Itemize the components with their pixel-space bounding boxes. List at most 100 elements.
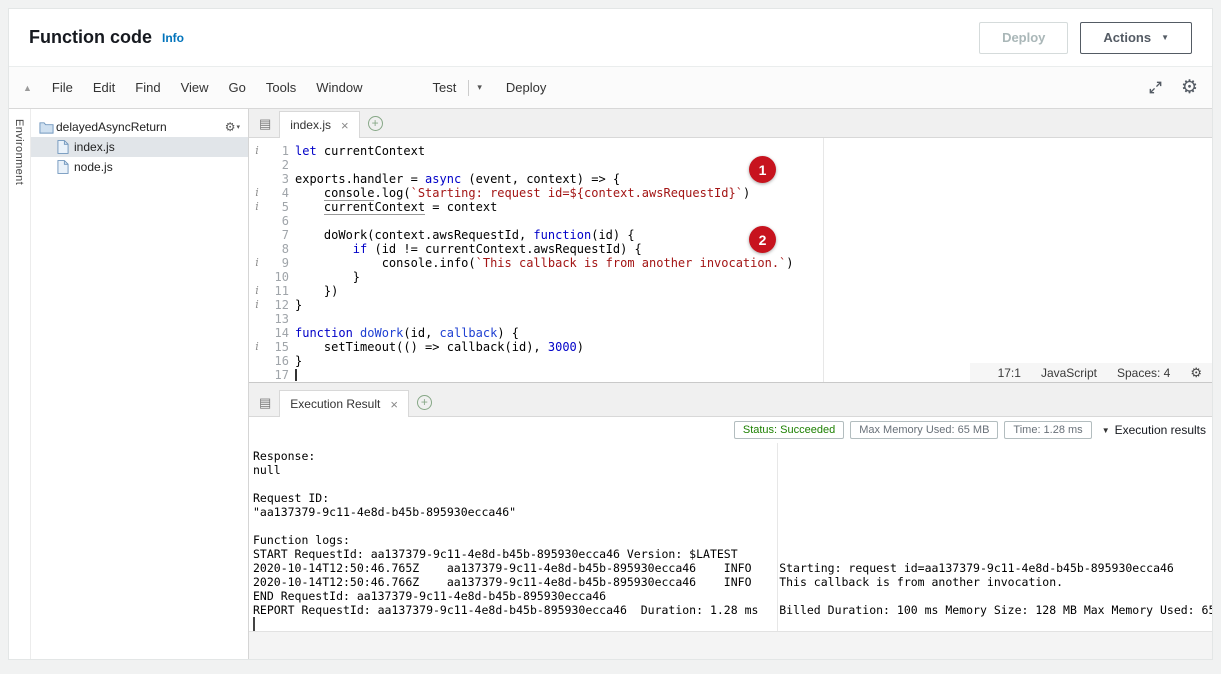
line-number[interactable]: 10 <box>265 270 289 284</box>
tree-folder-root[interactable]: delayedAsyncReturn ⚙ ▾ <box>31 117 248 137</box>
log-line: REPORT RequestId: aa137379-9c11-4e8d-b45… <box>253 603 1212 617</box>
gear-icon: ⚙ <box>225 120 236 134</box>
code-text <box>289 312 295 326</box>
line-number[interactable]: 1 <box>265 144 289 158</box>
tree-settings-gear-icon[interactable]: ⚙ ▾ <box>225 120 240 134</box>
line-number[interactable]: 5 <box>265 200 289 214</box>
log-line: START RequestId: aa137379-9c11-4e8d-b45b… <box>253 547 1212 561</box>
log-line: END RequestId: aa137379-9c11-4e8d-b45b-8… <box>253 589 1212 603</box>
line-number[interactable]: 17 <box>265 368 289 382</box>
tab-list-icon[interactable]: ▤ <box>259 395 271 411</box>
code-line-5[interactable]: i5 currentContext = context <box>249 200 1212 214</box>
code-line-10[interactable]: 10 } <box>249 270 1212 284</box>
line-number[interactable]: 4 <box>265 186 289 200</box>
new-tab-icon[interactable]: + <box>368 116 383 131</box>
code-line-6[interactable]: 6 <box>249 214 1212 228</box>
gutter-marker <box>249 312 265 326</box>
info-marker-icon: i <box>249 340 265 354</box>
line-number[interactable]: 14 <box>265 326 289 340</box>
code-line-7[interactable]: 7 doWork(context.awsRequestId, function(… <box>249 228 1212 242</box>
menu-item-find[interactable]: Find <box>125 80 170 95</box>
gutter-marker <box>249 270 265 284</box>
gutter-marker <box>249 326 265 340</box>
line-number[interactable]: 9 <box>265 256 289 270</box>
menu-item-file[interactable]: File <box>42 80 83 95</box>
settings-gear-icon[interactable]: ⚙ <box>1181 78 1198 97</box>
line-number[interactable]: 7 <box>265 228 289 242</box>
result-badges: Status: SucceededMax Memory Used: 65 MBT… <box>734 421 1092 439</box>
code-line-11[interactable]: i11 }) <box>249 284 1212 298</box>
editor-statusbar: 17:1 JavaScript Spaces: 4 ⚙ <box>970 363 1212 382</box>
gutter-marker <box>249 242 265 256</box>
deploy-button[interactable]: Deploy <box>979 22 1068 54</box>
line-number[interactable]: 3 <box>265 172 289 186</box>
info-marker-icon: i <box>249 256 265 270</box>
actions-button[interactable]: Actions ▼ <box>1080 22 1192 54</box>
code-line-8[interactable]: 8 if (id != currentContext.awsRequestId)… <box>249 242 1212 256</box>
fullscreen-icon[interactable] <box>1148 80 1163 95</box>
code-line-13[interactable]: 13 <box>249 312 1212 326</box>
close-tab-icon[interactable]: × <box>390 397 398 412</box>
line-number[interactable]: 16 <box>265 354 289 368</box>
code-line-12[interactable]: i12} <box>249 298 1212 312</box>
tab-label: Execution Result <box>290 397 380 411</box>
test-caret-icon[interactable]: ▾ <box>471 82 488 93</box>
execution-results-dropdown[interactable]: ▼ Execution results <box>1102 423 1206 437</box>
line-number[interactable]: 2 <box>265 158 289 172</box>
test-button[interactable]: Test <box>422 80 466 95</box>
line-number[interactable]: 13 <box>265 312 289 326</box>
results-tabbar: ▤ Execution Result × + <box>249 383 1212 417</box>
log-line: "aa137379-9c11-4e8d-b45b-895930ecca46" <box>253 505 1212 519</box>
line-number[interactable]: 15 <box>265 340 289 354</box>
code-line-9[interactable]: i9 console.info(`This callback is from a… <box>249 256 1212 270</box>
line-number[interactable]: 12 <box>265 298 289 312</box>
log-line: null <box>253 463 1212 477</box>
new-tab-icon[interactable]: + <box>417 395 432 410</box>
environment-strip[interactable]: Environment <box>9 109 31 659</box>
status-badge: Time: 1.28 ms <box>1004 421 1091 439</box>
code-line-14[interactable]: 14function doWork(id, callback) { <box>249 326 1212 340</box>
environment-label: Environment <box>13 119 25 185</box>
info-link[interactable]: Info <box>162 31 184 45</box>
cursor-position[interactable]: 17:1 <box>998 366 1021 380</box>
language-mode[interactable]: JavaScript <box>1041 366 1097 380</box>
log-line: Response: <box>253 449 1212 463</box>
file-tree: delayedAsyncReturn ⚙ ▾ index.js node.js <box>31 109 249 659</box>
code-line-15[interactable]: i15 setTimeout(() => callback(id), 3000) <box>249 340 1212 354</box>
status-badge: Status: Succeeded <box>734 421 844 439</box>
menu-item-tools[interactable]: Tools <box>256 80 306 95</box>
console-cursor <box>253 617 255 631</box>
info-marker-icon: i <box>249 186 265 200</box>
tree-file-index.js[interactable]: index.js <box>31 137 248 157</box>
gutter-marker <box>249 214 265 228</box>
execution-results-label: Execution results <box>1115 423 1206 437</box>
text-cursor <box>295 369 297 381</box>
execution-console[interactable]: Response:nullRequest ID:"aa137379-9c11-4… <box>249 443 1212 631</box>
tab-index-js[interactable]: index.js × <box>279 111 359 138</box>
close-tab-icon[interactable]: × <box>341 118 349 133</box>
statusbar-gear-icon[interactable]: ⚙ <box>1190 365 1202 381</box>
line-number[interactable]: 11 <box>265 284 289 298</box>
code-text <box>289 368 297 382</box>
menu-item-edit[interactable]: Edit <box>83 80 125 95</box>
code-text: currentContext = context <box>289 200 497 214</box>
collapse-menu-icon[interactable]: ▲ <box>23 83 32 93</box>
line-number[interactable]: 6 <box>265 214 289 228</box>
code-line-1[interactable]: i1let currentContext <box>249 144 1212 158</box>
code-editor[interactable]: i1let currentContext23exports.handler = … <box>249 138 1212 382</box>
tab-list-icon[interactable]: ▤ <box>259 116 271 132</box>
menu-item-go[interactable]: Go <box>219 80 256 95</box>
tab-execution-result[interactable]: Execution Result × <box>279 390 409 417</box>
code-line-2[interactable]: 2 <box>249 158 1212 172</box>
code-text: function doWork(id, callback) { <box>289 326 519 340</box>
code-text: let currentContext <box>289 144 425 158</box>
spaces-setting[interactable]: Spaces: 4 <box>1117 366 1170 380</box>
code-line-4[interactable]: i4 console.log(`Starting: request id=${c… <box>249 186 1212 200</box>
deploy-menu-item[interactable]: Deploy <box>496 80 556 95</box>
menu-item-window[interactable]: Window <box>306 80 372 95</box>
tree-file-node.js[interactable]: node.js <box>31 157 248 177</box>
menu-item-view[interactable]: View <box>171 80 219 95</box>
code-line-3[interactable]: 3exports.handler = async (event, context… <box>249 172 1212 186</box>
line-number[interactable]: 8 <box>265 242 289 256</box>
file-name: index.js <box>74 140 115 154</box>
